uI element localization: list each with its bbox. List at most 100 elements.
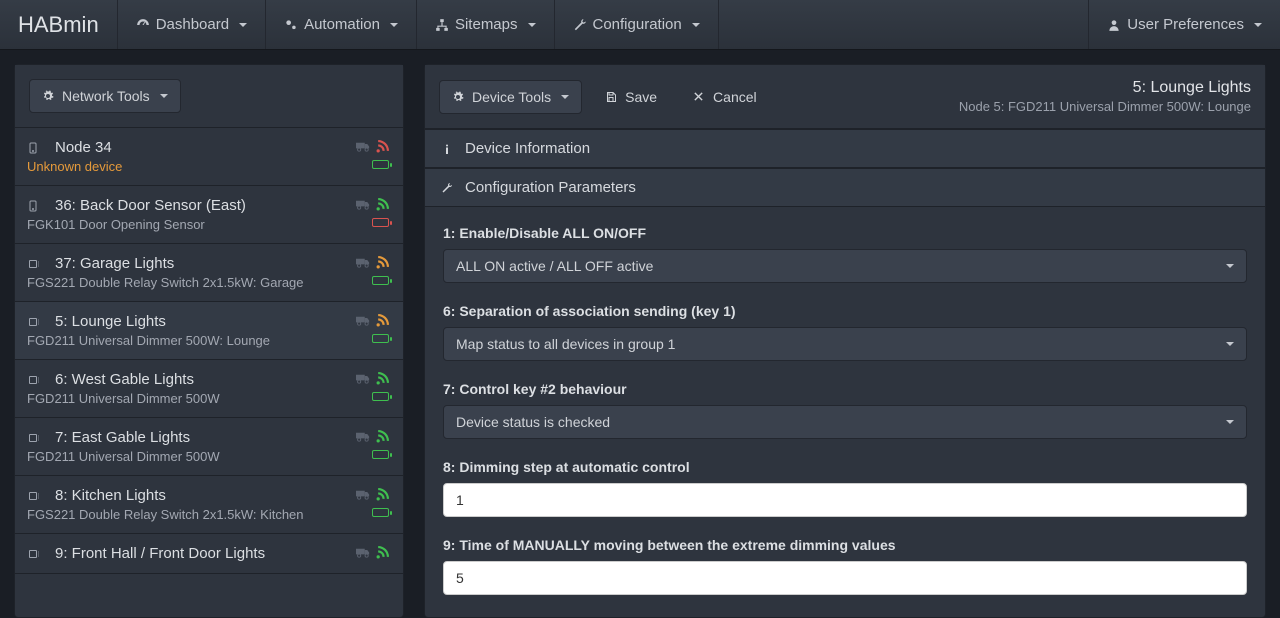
node-item[interactable]: 7: East Gable LightsFGD211 Universal Dim… [15, 418, 403, 476]
truck-icon [356, 489, 371, 500]
nav-dashboard[interactable]: Dashboard [118, 0, 266, 49]
node-title: Node 34 [55, 139, 112, 156]
sidebar-panel: Network Tools Node 34 Unknown device 36: B… [14, 64, 404, 618]
caret-icon [692, 23, 700, 27]
caret-icon [1226, 420, 1234, 424]
select-value: Device status is checked [456, 414, 610, 430]
caret-icon [239, 23, 247, 27]
truck-icon [356, 257, 371, 268]
caret-icon [561, 95, 569, 99]
param-select[interactable]: Map status to all devices in group 1 [443, 327, 1247, 361]
caret-icon [528, 23, 536, 27]
sitemap-icon [435, 18, 449, 32]
device-type-icon [27, 258, 55, 270]
battery-icon [372, 160, 389, 169]
status-icons [356, 198, 389, 211]
nav-label: User Preferences [1127, 16, 1244, 33]
param-select[interactable]: ALL ON active / ALL OFF active [443, 249, 1247, 283]
nav-label: Sitemaps [455, 16, 518, 33]
param: 7: Control key #2 behaviour Device status… [443, 381, 1247, 439]
device-type-icon [27, 199, 55, 213]
node-list: Node 34 Unknown device 36: Back Door Senso… [15, 128, 403, 617]
node-item[interactable]: 6: West Gable LightsFGD211 Universal Dim… [15, 360, 403, 418]
node-title: 5: Lounge Lights [55, 313, 166, 330]
user-icon [1107, 18, 1121, 32]
status-icons [356, 314, 389, 327]
save-button[interactable]: Save [592, 80, 670, 114]
page-subtitle: Node 5: FGD211 Universal Dimmer 500W: Lo… [959, 99, 1251, 114]
nav-label: Dashboard [156, 16, 229, 33]
battery-icon [372, 508, 389, 517]
node-subtitle: FGD211 Universal Dimmer 500W [27, 391, 389, 406]
node-title: 37: Garage Lights [55, 255, 174, 272]
section-device-information[interactable]: Device Information [425, 129, 1265, 168]
nav-configuration[interactable]: Configuration [555, 0, 719, 49]
node-subtitle: Unknown device [27, 159, 389, 174]
status-icons [356, 546, 389, 559]
brand: HABmin [0, 0, 118, 49]
navbar: HABmin Dashboard Automation Sitemaps Con… [0, 0, 1280, 50]
param-select[interactable]: Device status is checked [443, 405, 1247, 439]
device-type-icon [27, 374, 55, 386]
content-panel: Device Tools Save Cancel 5: Lounge Light… [424, 64, 1266, 618]
nav-automation[interactable]: Automation [266, 0, 417, 49]
signal-icon [376, 256, 389, 269]
save-icon [605, 91, 619, 103]
network-tools-button[interactable]: Network Tools [29, 79, 181, 113]
param-input[interactable] [443, 483, 1247, 517]
status-icons [356, 140, 389, 153]
signal-icon [376, 198, 389, 211]
node-item[interactable]: 5: Lounge LightsFGD211 Universal Dimmer … [15, 302, 403, 360]
device-tools-button[interactable]: Device Tools [439, 80, 582, 114]
param-label: 6: Separation of association sending (ke… [443, 303, 1247, 319]
node-subtitle: FGS221 Double Relay Switch 2x1.5kW: Gara… [27, 275, 389, 290]
battery-icon [372, 334, 389, 343]
param-input[interactable] [443, 561, 1247, 595]
button-label: Cancel [713, 89, 757, 105]
button-label: Network Tools [62, 88, 150, 104]
node-item[interactable]: 36: Back Door Sensor (East)FGK101 Door O… [15, 186, 403, 244]
node-title: 9: Front Hall / Front Door Lights [55, 545, 265, 562]
node-item[interactable]: Node 34 Unknown device [15, 128, 403, 186]
node-title: 8: Kitchen Lights [55, 487, 166, 504]
nav-label: Automation [304, 16, 380, 33]
nav-sitemaps[interactable]: Sitemaps [417, 0, 555, 49]
signal-icon [376, 372, 389, 385]
truck-icon [356, 431, 371, 442]
caret-icon [1254, 23, 1262, 27]
dashboard-icon [136, 18, 150, 32]
cancel-button[interactable]: Cancel [680, 80, 770, 114]
caret-icon [1226, 342, 1234, 346]
node-title: 36: Back Door Sensor (East) [55, 197, 246, 214]
param-label: 8: Dimming step at automatic control [443, 459, 1247, 475]
nav-user-preferences[interactable]: User Preferences [1088, 0, 1280, 49]
device-type-icon [27, 141, 55, 155]
status-icons [356, 430, 389, 443]
param-label: 7: Control key #2 behaviour [443, 381, 1247, 397]
battery-icon [372, 276, 389, 285]
signal-icon [376, 430, 389, 443]
status-icons [356, 488, 389, 501]
select-value: Map status to all devices in group 1 [456, 336, 675, 352]
device-type-icon [27, 316, 55, 328]
caret-icon [390, 23, 398, 27]
battery-icon [372, 218, 389, 227]
truck-icon [356, 141, 371, 152]
node-subtitle: FGS221 Double Relay Switch 2x1.5kW: Kitc… [27, 507, 389, 522]
node-title: 7: East Gable Lights [55, 429, 190, 446]
wrench-icon [573, 18, 587, 32]
node-item[interactable]: 9: Front Hall / Front Door Lights [15, 534, 403, 574]
param-label: 9: Time of MANUALLY moving between the e… [443, 537, 1247, 553]
section-label: Device Information [465, 140, 590, 157]
status-icons [356, 372, 389, 385]
close-icon [693, 91, 707, 102]
button-label: Save [625, 89, 657, 105]
node-item[interactable]: 8: Kitchen Lights FGS221 Double Relay Swi… [15, 476, 403, 534]
status-icons [356, 256, 389, 269]
section-configuration-parameters[interactable]: Configuration Parameters [425, 168, 1265, 207]
params-container: 1: Enable/Disable ALL ON/OFFALL ON activ… [425, 207, 1265, 617]
info-icon [441, 143, 455, 155]
caret-icon [1226, 264, 1234, 268]
node-item[interactable]: 37: Garage Lights FGS221 Double Relay Swi… [15, 244, 403, 302]
select-value: ALL ON active / ALL OFF active [456, 258, 653, 274]
